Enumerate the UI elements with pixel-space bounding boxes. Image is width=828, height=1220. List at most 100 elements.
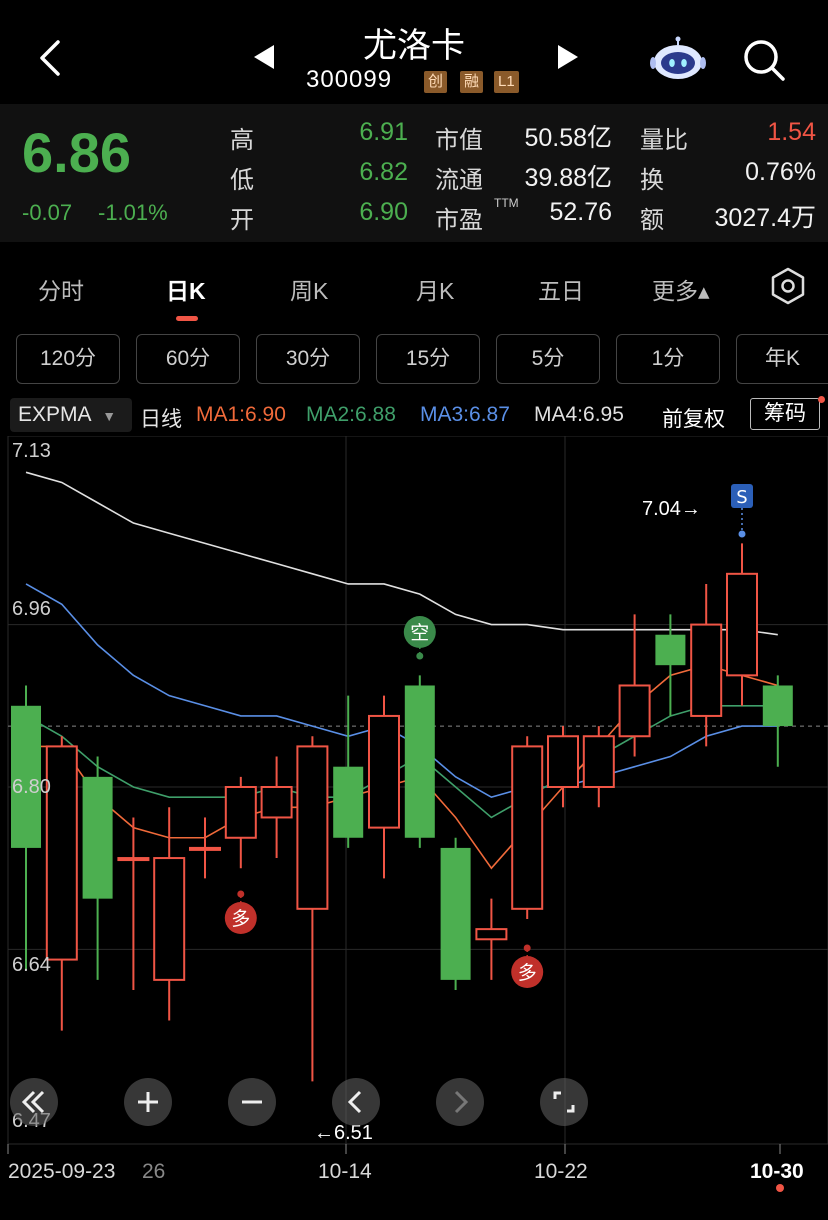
amount-value: 3027.4万: [714, 204, 816, 232]
turnover-label: 换: [640, 167, 664, 194]
quote-panel: 6.86 -0.07 -1.01% 高 6.91 低 6.82 开 6.90 市…: [0, 104, 828, 242]
indicator-name: EXPMA: [18, 403, 91, 426]
period-15min[interactable]: 15分: [376, 334, 480, 384]
zoom-out-button[interactable]: [228, 1078, 276, 1126]
line-type-label: 日线: [140, 408, 182, 431]
ma1-value: MA1:6.90: [196, 403, 286, 426]
tab-monthly-k[interactable]: 月K: [416, 272, 454, 306]
dropdown-arrow-icon: ▼: [102, 408, 117, 424]
ma4-line: [25, 471, 778, 636]
candle-body-up: [45, 745, 78, 961]
candle-body-up: [368, 714, 400, 829]
candle-body-up: [117, 857, 150, 862]
zoom-in-button[interactable]: [124, 1078, 172, 1126]
last-price: 6.86: [22, 121, 131, 184]
high-price-annotation: 7.04→: [642, 498, 701, 520]
minus-icon: [242, 1100, 262, 1104]
search-icon[interactable]: [740, 36, 788, 84]
active-tab-indicator: [176, 316, 198, 321]
sell-label: S: [736, 487, 747, 508]
y-tick-label: 6.80: [12, 776, 51, 798]
next-stock-icon[interactable]: [552, 42, 582, 72]
ma2-line: [25, 704, 778, 819]
tab-more[interactable]: 更多▴: [652, 272, 710, 306]
double-chevron-left-icon: [21, 1090, 45, 1114]
candle-body-down: [655, 634, 686, 666]
tab-daily-k[interactable]: 日K: [166, 272, 206, 306]
x-axis-label: 2025-09-23: [8, 1160, 116, 1183]
signal-markers: 多多空S: [224, 484, 753, 988]
period-yearly-k[interactable]: 年K: [736, 334, 828, 384]
previous-stock-icon[interactable]: [250, 42, 280, 72]
period-1min[interactable]: 1分: [616, 334, 720, 384]
volume-ratio-value: 1.54: [767, 118, 816, 146]
candle-body-down: [440, 847, 471, 980]
tag-rong: 融: [460, 71, 484, 93]
bottom-panel-edge: [0, 1196, 828, 1220]
price-change-pct: -1.01%: [98, 200, 168, 225]
stock-name: 尤洛卡: [363, 27, 465, 65]
moving-average-lines: [25, 471, 779, 870]
indicator-bar: EXPMA ▼ 日线 MA1:6.90 MA2:6.88 MA3:6.87 MA…: [0, 396, 828, 434]
tag-chuang: 创: [424, 71, 448, 93]
tab-weekly-k[interactable]: 周K: [290, 272, 328, 306]
candle-body-down: [404, 685, 435, 838]
indicator-selector[interactable]: EXPMA ▼: [10, 398, 132, 432]
candles: [11, 543, 793, 1082]
candle-body-up: [296, 745, 329, 910]
high-label: 高: [230, 127, 254, 154]
x-axis-label: 10-14: [318, 1160, 372, 1183]
current-date-dot: [776, 1184, 784, 1192]
turnover-value: 0.76%: [745, 158, 816, 186]
ma2-value: MA2:6.88: [306, 403, 396, 426]
chart-period-tabs: 分时 日K 周K 月K 五日 更多▴: [0, 250, 828, 326]
x-axis-label: 10-30: [750, 1160, 804, 1183]
candle-body-up: [153, 857, 186, 981]
tab-intraday[interactable]: 分时: [38, 272, 84, 306]
fast-back-button[interactable]: [10, 1078, 58, 1126]
price-adjust-selector[interactable]: 前复权: [662, 403, 725, 433]
tab-five-day[interactable]: 五日: [538, 272, 584, 306]
chevron-left-icon: [347, 1090, 362, 1114]
candle-body-down: [82, 776, 113, 899]
mcap-label: 市值: [435, 127, 483, 154]
x-axis-label: 10-22: [534, 1160, 588, 1183]
candlestick-chart[interactable]: 多多空S: [0, 436, 828, 1156]
scroll-left-button[interactable]: [332, 1078, 380, 1126]
period-5min[interactable]: 5分: [496, 334, 600, 384]
ai-assistant-icon[interactable]: [650, 36, 706, 82]
chip-distribution-button[interactable]: 筹码: [750, 398, 820, 430]
candle-body-up: [189, 846, 221, 851]
low-value: 6.82: [359, 158, 408, 186]
sell-dot: [738, 530, 746, 538]
candle-body-up: [726, 572, 758, 677]
float-value: 39.88亿: [524, 164, 612, 192]
candle-body-up: [547, 735, 579, 789]
amount-label: 额: [640, 207, 664, 234]
high-value: 6.91: [359, 118, 408, 146]
back-arrow-icon[interactable]: [30, 36, 74, 80]
period-60min[interactable]: 60分: [136, 334, 240, 384]
period-120min[interactable]: 120分: [16, 334, 120, 384]
price-change: -0.07: [22, 200, 73, 225]
mcap-value: 50.58亿: [524, 124, 612, 152]
open-label: 开: [230, 207, 254, 234]
candle-body-up: [224, 786, 257, 839]
candle-body-down: [333, 766, 364, 838]
period-30min[interactable]: 30分: [256, 334, 360, 384]
short-signal-dot: [416, 652, 424, 660]
scroll-right-button[interactable]: [436, 1078, 484, 1126]
candle-body-down: [762, 685, 793, 727]
open-value: 6.90: [359, 198, 408, 226]
fullscreen-button[interactable]: [540, 1078, 588, 1126]
header-bar: 尤洛卡 300099 创 融 L1: [0, 0, 828, 104]
candle-body-up: [618, 684, 651, 738]
ma4-value: MA4:6.95: [534, 403, 624, 426]
ma3-line: [25, 583, 778, 799]
y-tick-label: 6.64: [12, 954, 51, 976]
tag-l1: L1: [494, 71, 519, 93]
chart-settings-icon[interactable]: [768, 266, 808, 306]
candle-body-up: [475, 928, 508, 941]
volume-ratio-label: 量比: [640, 127, 688, 154]
pe-value: 52.76: [549, 198, 612, 226]
